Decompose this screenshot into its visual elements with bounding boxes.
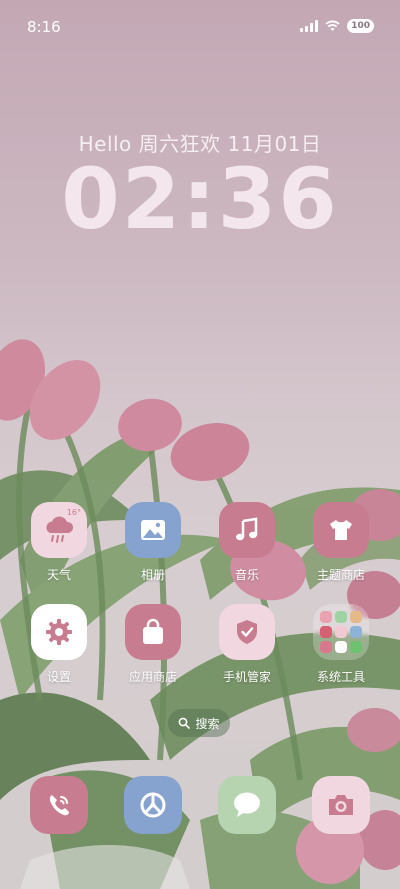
app-photos-label: 相册 — [140, 568, 165, 582]
search-icon — [179, 717, 191, 729]
dock-camera[interactable] — [301, 776, 381, 834]
shield-icon — [219, 604, 275, 660]
music-note-icon — [219, 502, 275, 558]
search-button[interactable]: 搜索 — [168, 709, 230, 737]
phone-icon — [30, 776, 88, 834]
app-weather-label: 天气 — [46, 568, 71, 582]
weather-temp: 16° — [66, 508, 81, 517]
shopping-bag-icon — [125, 604, 181, 660]
search-label: 搜索 — [195, 716, 220, 731]
gear-icon — [31, 604, 87, 660]
dock-messages[interactable] — [207, 776, 287, 834]
app-store-label: 应用商店 — [128, 670, 177, 684]
browser-compass-icon — [124, 776, 182, 834]
photos-icon — [125, 502, 181, 558]
dock-phone[interactable] — [19, 776, 99, 834]
app-settings[interactable]: 设置 — [19, 604, 99, 685]
app-themes-label: 主题商店 — [316, 568, 365, 582]
status-time: 8:16 — [27, 18, 61, 36]
app-store[interactable]: 应用商店 — [113, 604, 193, 685]
wifi-icon — [325, 20, 340, 31]
weather-icon: 16° — [31, 502, 87, 558]
app-photos[interactable]: 相册 — [113, 502, 193, 583]
clock-widget[interactable]: 02:36 — [0, 150, 400, 248]
app-music[interactable]: 音乐 — [207, 502, 287, 583]
signal-icon — [300, 20, 319, 32]
app-phone-manager-label: 手机管家 — [222, 670, 271, 684]
message-bubble-icon — [218, 776, 276, 834]
status-icons: 100 — [300, 19, 374, 33]
app-music-label: 音乐 — [234, 568, 259, 582]
app-themes[interactable]: 主题商店 — [301, 502, 381, 583]
camera-icon — [312, 776, 370, 834]
app-settings-label: 设置 — [46, 670, 71, 684]
battery-icon: 100 — [347, 19, 374, 33]
app-weather[interactable]: 16° 天气 — [19, 502, 99, 583]
tshirt-icon — [313, 502, 369, 558]
folder-icon — [313, 604, 369, 660]
status-bar: 8:16 100 — [0, 0, 400, 56]
folder-system-tools[interactable]: 系统工具 — [301, 604, 381, 685]
app-phone-manager[interactable]: 手机管家 — [207, 604, 287, 685]
dock-browser[interactable] — [113, 776, 193, 834]
folder-system-tools-label: 系统工具 — [316, 670, 365, 684]
